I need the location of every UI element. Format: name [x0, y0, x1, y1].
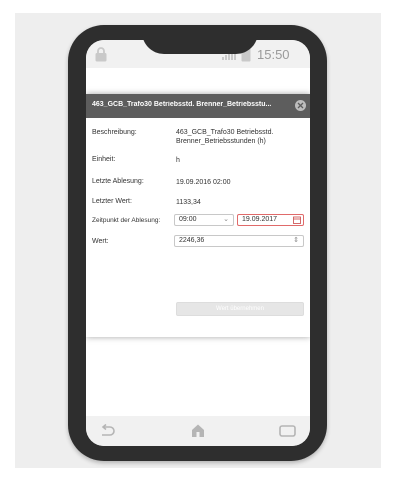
einheit-label: Einheit: [92, 156, 116, 163]
lock-icon [95, 47, 107, 62]
home-icon[interactable] [190, 422, 206, 438]
einheit-value: h [176, 157, 180, 164]
stepper-icon[interactable]: ⇕ [293, 236, 299, 246]
wert-label: Wert: [92, 238, 109, 245]
android-nav-bar [86, 416, 310, 446]
back-icon[interactable] [99, 424, 115, 438]
beschreibung-value-line1: 463_GCB_Trafo30 Betriebsstd. [176, 129, 274, 136]
calendar-icon[interactable] [293, 216, 301, 224]
letzte-ablesung-label: Letzte Ablesung: [92, 178, 144, 185]
time-select[interactable]: 09:00 ⌄ [174, 214, 234, 226]
meter-reading-dialog: 463_GCB_Trafo30 Betriebsstd. Brenner_Bet… [86, 94, 310, 337]
phone-screen: 15:50 463_GCB_Trafo30 Betriebsstd. Brenn… [86, 40, 310, 446]
recent-apps-icon[interactable] [279, 425, 296, 437]
date-input-value: 19.09.2017 [242, 216, 278, 223]
time-select-value: 09:00 [179, 216, 197, 223]
close-icon [297, 102, 304, 109]
close-button[interactable] [295, 100, 306, 111]
submit-value-button[interactable]: Wert übernehmen [176, 302, 304, 316]
letzter-wert-value: 1133,34 [176, 199, 201, 206]
wert-input[interactable]: 2246,36 ⇕ [174, 235, 304, 247]
zeitpunkt-label: Zeitpunkt der Ablesung: [92, 217, 161, 224]
dialog-header: 463_GCB_Trafo30 Betriebsstd. Brenner_Bet… [86, 94, 310, 118]
phone-notch [142, 25, 258, 54]
date-input[interactable]: 19.09.2017 [237, 214, 304, 226]
wert-input-value: 2246,36 [179, 237, 205, 244]
beschreibung-value-line2: Brenner_Betriebsstunden (h) [176, 138, 266, 145]
beschreibung-label: Beschreibung: [92, 129, 137, 136]
letzte-ablesung-value: 19.09.2016 02:00 [176, 179, 231, 186]
dialog-title: 463_GCB_Trafo30 Betriebsstd. Brenner_Bet… [92, 101, 272, 108]
letzter-wert-label: Letzter Wert: [92, 198, 132, 205]
status-clock: 15:50 [257, 47, 290, 62]
chevron-down-icon: ⌄ [223, 216, 229, 223]
